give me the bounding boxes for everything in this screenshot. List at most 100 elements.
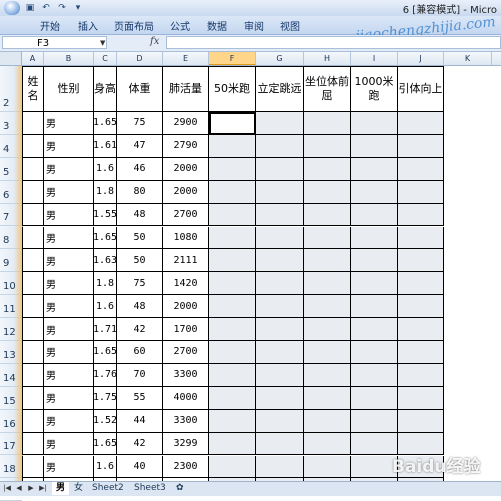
table-cell[interactable]: 男 — [44, 386, 94, 410]
table-cell[interactable]: 2900 — [163, 112, 209, 135]
table-cell[interactable] — [22, 157, 44, 181]
table-cell[interactable] — [398, 112, 444, 135]
column-header-e[interactable]: E — [163, 52, 209, 65]
table-cell[interactable] — [304, 341, 351, 364]
table-cell[interactable] — [304, 180, 351, 204]
table-cell[interactable] — [398, 295, 444, 319]
table-cell[interactable]: 2000 — [163, 157, 209, 181]
table-cell[interactable]: 1.65 — [93, 432, 117, 456]
table-cell[interactable] — [304, 272, 351, 296]
table-cell[interactable] — [304, 409, 351, 433]
table-cell[interactable] — [256, 134, 304, 158]
table-cell[interactable] — [22, 226, 44, 250]
table-cell[interactable]: 50 — [117, 249, 163, 273]
column-header-j[interactable]: J — [398, 52, 444, 65]
table-cell[interactable] — [256, 341, 304, 364]
table-cell[interactable] — [351, 386, 398, 410]
table-cell[interactable]: 2300 — [163, 455, 209, 479]
table-cell[interactable] — [304, 134, 351, 158]
header-cell[interactable]: 立定跳远 — [256, 66, 304, 112]
table-cell[interactable] — [304, 157, 351, 181]
table-cell[interactable] — [22, 180, 44, 204]
table-cell[interactable] — [22, 409, 44, 433]
table-cell[interactable]: 男 — [44, 249, 94, 273]
table-cell[interactable] — [398, 157, 444, 181]
table-cell[interactable]: 男 — [44, 226, 94, 250]
table-cell[interactable] — [209, 386, 256, 410]
table-cell[interactable] — [209, 226, 256, 250]
header-cell[interactable]: 引体向上 — [398, 66, 444, 112]
column-header-h[interactable]: H — [304, 52, 351, 65]
table-cell[interactable] — [22, 386, 44, 410]
sheet-tab-4[interactable]: Sheet3 — [130, 482, 170, 495]
table-cell[interactable]: 42 — [117, 432, 163, 456]
ribbon-tab-5[interactable]: 数据 — [207, 18, 227, 33]
table-cell[interactable] — [209, 134, 256, 158]
header-cell[interactable]: 姓名 — [22, 66, 44, 112]
table-cell[interactable] — [256, 249, 304, 273]
sheet-tab-1[interactable]: 男 — [52, 482, 70, 495]
ribbon-tab-3[interactable]: 页面布局 — [114, 18, 154, 33]
table-cell[interactable] — [256, 112, 304, 135]
active-cell[interactable] — [209, 112, 256, 135]
header-cell[interactable]: 肺活量 — [163, 66, 209, 112]
table-cell[interactable] — [304, 432, 351, 456]
table-cell[interactable]: 1.75 — [93, 386, 117, 410]
table-cell[interactable] — [398, 226, 444, 250]
table-cell[interactable]: 男 — [44, 272, 94, 296]
table-cell[interactable] — [256, 203, 304, 227]
table-cell[interactable]: 2700 — [163, 341, 209, 364]
table-cell[interactable] — [209, 341, 256, 364]
table-cell[interactable]: 80 — [117, 180, 163, 204]
table-cell[interactable] — [22, 272, 44, 296]
table-cell[interactable] — [209, 295, 256, 319]
table-cell[interactable] — [351, 272, 398, 296]
table-cell[interactable] — [209, 409, 256, 433]
table-cell[interactable]: 1.65 — [93, 341, 117, 364]
column-header-c[interactable]: C — [94, 52, 117, 65]
table-cell[interactable]: 2790 — [163, 134, 209, 158]
column-header-d[interactable]: D — [117, 52, 163, 65]
table-cell[interactable]: 1.65 — [93, 112, 117, 135]
select-all-corner[interactable] — [0, 52, 22, 65]
table-cell[interactable]: 70 — [117, 363, 163, 387]
table-cell[interactable]: 75 — [117, 112, 163, 135]
sheet-tab-3[interactable]: Sheet2 — [88, 482, 128, 495]
table-cell[interactable]: 4000 — [163, 386, 209, 410]
customize-qat-icon[interactable]: ▾ — [72, 2, 84, 14]
table-cell[interactable] — [209, 180, 256, 204]
table-cell[interactable]: 男 — [44, 134, 94, 158]
table-cell[interactable]: 42 — [117, 318, 163, 341]
table-cell[interactable] — [256, 363, 304, 387]
table-cell[interactable] — [209, 272, 256, 296]
table-cell[interactable]: 3299 — [163, 432, 209, 456]
table-cell[interactable] — [22, 203, 44, 227]
name-box-dropdown-icon[interactable]: ▼ — [100, 36, 105, 50]
table-cell[interactable]: 1.8 — [94, 272, 117, 296]
table-cell[interactable] — [304, 295, 351, 319]
table-cell[interactable] — [351, 318, 398, 341]
table-cell[interactable]: 男 — [44, 157, 94, 181]
ribbon-tab-6[interactable]: 审阅 — [244, 18, 264, 33]
table-cell[interactable]: 1.63 — [93, 249, 117, 273]
table-cell[interactable]: 3300 — [163, 409, 209, 433]
sheet-tab-2[interactable]: 女 — [70, 482, 87, 495]
formula-input[interactable] — [166, 36, 501, 49]
table-cell[interactable]: 男 — [44, 318, 94, 341]
table-cell[interactable] — [351, 134, 398, 158]
table-cell[interactable]: 48 — [117, 203, 163, 227]
table-cell[interactable] — [22, 295, 44, 319]
table-cell[interactable] — [304, 455, 351, 479]
table-cell[interactable]: 男 — [44, 112, 94, 135]
table-cell[interactable] — [22, 134, 44, 158]
table-cell[interactable] — [398, 134, 444, 158]
table-cell[interactable]: 男 — [44, 295, 94, 319]
header-cell[interactable]: 身高 — [94, 66, 117, 112]
ribbon-tab-7[interactable]: 视图 — [280, 18, 300, 33]
ribbon-tab-1[interactable]: 开始 — [40, 18, 60, 33]
table-cell[interactable] — [209, 318, 256, 341]
header-cell[interactable]: 性别 — [44, 66, 94, 112]
table-cell[interactable]: 48 — [117, 295, 163, 319]
table-cell[interactable] — [398, 203, 444, 227]
column-header-i[interactable]: I — [351, 52, 398, 65]
